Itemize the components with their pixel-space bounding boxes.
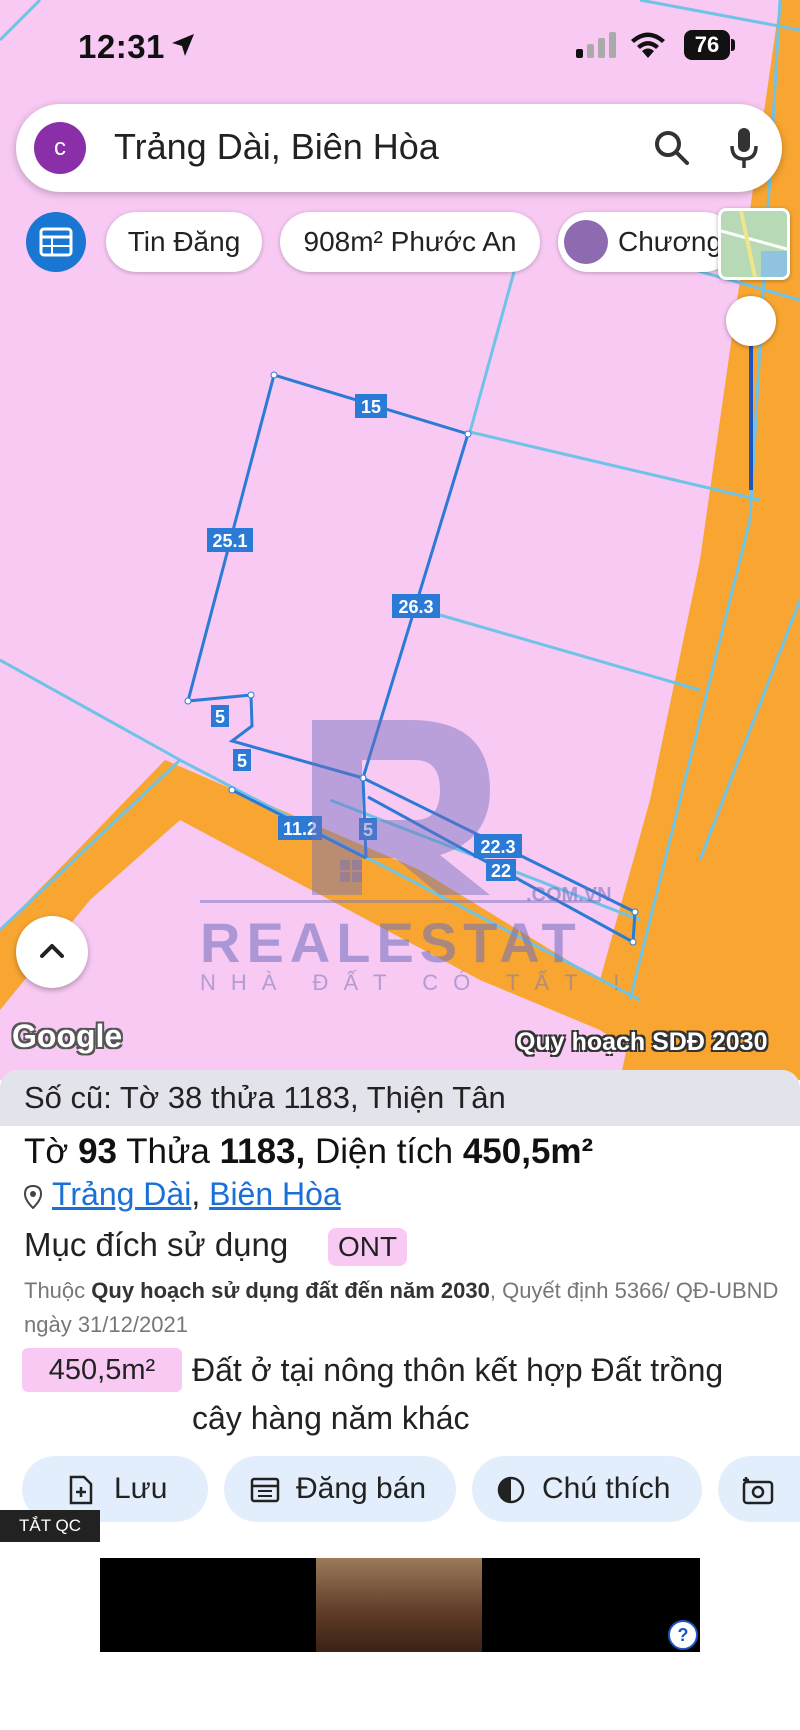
legend-button[interactable]: Chú thích [472, 1456, 702, 1522]
ward-link[interactable]: Trảng Dài [52, 1176, 191, 1212]
zone-description-line2: cây hàng năm khác [192, 1400, 470, 1436]
lot-number: 1183, [219, 1132, 306, 1171]
post-for-sale-button[interactable]: Đăng bán [224, 1456, 456, 1522]
listings-layer-button[interactable] [26, 212, 86, 272]
wifi-icon [631, 32, 665, 58]
table-icon [39, 227, 73, 257]
google-logo: Google [12, 1018, 123, 1054]
legend-label: Chú thích [542, 1472, 671, 1505]
chip-chuong[interactable]: Chương [558, 212, 734, 272]
expand-sheet-button[interactable] [16, 916, 88, 988]
opacity-slider-handle[interactable] [726, 296, 776, 346]
watermark-brand: REALESTAT [200, 911, 582, 974]
opacity-slider-track[interactable] [749, 340, 753, 490]
map-layer-label: Quy hoạch SDĐ 2030 [516, 1028, 768, 1056]
battery-tip [731, 39, 735, 51]
edge-label-5b: 5 [237, 751, 247, 771]
edge-label-25-1: 25.1 [212, 531, 247, 551]
plan-name: Quy hoạch sử dụng đất đến năm 2030 [91, 1278, 490, 1303]
add-photo-icon [742, 1477, 774, 1505]
chip-phuoc-an[interactable]: 908m² Phước An [280, 212, 540, 272]
edge-label-26-3: 26.3 [398, 597, 433, 617]
battery-indicator: 76 [684, 30, 730, 60]
chip-chuong-label: Chương [618, 226, 723, 257]
post-for-sale-label: Đăng bán [296, 1472, 427, 1505]
city-link[interactable]: Biên Hòa [209, 1176, 341, 1212]
planning-decision: Thuộc Quy hoạch sử dụng đất đến năm 2030… [24, 1274, 784, 1342]
zone-description: Đất ở tại nông thôn kết hợp Đất trồng câ… [192, 1346, 800, 1442]
old-parcel-number: Số cũ: Tờ 38 thửa 1183, Thiện Tân [0, 1070, 800, 1126]
ad-info-icon[interactable]: ? [668, 1620, 698, 1650]
edge-label-22-3: 22.3 [480, 837, 515, 857]
edge-label-5a: 5 [215, 707, 225, 727]
account-avatar[interactable]: c [34, 122, 86, 174]
zone-area-badge: 450,5m² [22, 1348, 182, 1392]
map-thumbnail-icon [721, 211, 787, 277]
map-type-toggle[interactable] [718, 208, 790, 280]
chevron-up-icon [40, 944, 64, 958]
hide-ads-button[interactable]: TẮT QC [0, 1510, 100, 1542]
land-use-code-badge: ONT [328, 1228, 408, 1266]
parcel-title: Tờ 93 Thửa 1183, Diện tích 450,5m² [24, 1132, 593, 1172]
search-bar[interactable]: c Trảng Dài, Biên Hòa [16, 104, 782, 192]
edge-label-22: 22 [491, 861, 511, 881]
location-arrow-icon [172, 34, 194, 56]
parcel-outline [186, 373, 470, 780]
location-pin-icon [24, 1184, 42, 1209]
search-query[interactable]: Trảng Dài, Biên Hòa [114, 126, 439, 168]
zone-description-line1: Đất ở tại nông thôn kết hợp Đất trồng [192, 1352, 724, 1388]
chip-thumbnail [564, 220, 608, 264]
watermark-domain: .COM.VN [526, 884, 612, 906]
watermark-slogan: NHÀ ĐẤT CÓ TẤT ! [200, 970, 635, 995]
edge-label-11-2: 11.2 [283, 819, 317, 839]
land-use-label: Mục đích sử dụng [24, 1226, 289, 1263]
sheet-number: 93 [78, 1132, 118, 1171]
area-value: 450,5m² [462, 1132, 594, 1171]
lot-label: Thửa [126, 1132, 210, 1171]
edge-label-15: 15 [361, 397, 381, 417]
calendar-icon [250, 1477, 280, 1503]
parcel-address: Trảng Dài, Biên Hòa [24, 1176, 341, 1213]
photo-button[interactable] [718, 1456, 800, 1522]
file-add-icon [69, 1475, 93, 1505]
status-bar: 12:31 76 [0, 0, 800, 90]
search-icon[interactable] [652, 128, 692, 168]
chip-tin-dang[interactable]: Tin Đăng [106, 212, 262, 272]
contrast-icon [497, 1476, 525, 1504]
cellular-signal-icon [576, 32, 616, 58]
microphone-icon[interactable] [728, 126, 760, 170]
sheet-label: Tờ [24, 1132, 69, 1171]
area-label: Diện tích [314, 1132, 454, 1171]
ad-image[interactable] [316, 1558, 482, 1652]
plan-prefix: Thuộc [24, 1278, 86, 1303]
save-label: Lưu [114, 1472, 168, 1505]
status-time: 12:31 [78, 28, 165, 65]
